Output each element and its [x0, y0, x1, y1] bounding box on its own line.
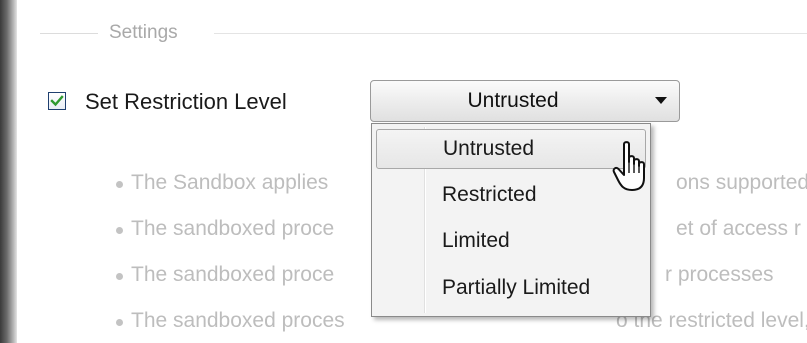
dropdown-option-untrusted[interactable]: Untrusted — [376, 129, 646, 169]
hand-pointer-icon — [612, 141, 645, 191]
group-divider-right — [214, 33, 807, 34]
combobox-selected-value: Untrusted — [467, 89, 559, 112]
description-text: The Sandbox applies — [131, 171, 329, 194]
restriction-level-combobox[interactable]: Untrusted — [370, 80, 680, 122]
chevron-down-icon[interactable] — [655, 97, 667, 104]
restriction-level-dropdown: Untrusted Restricted Limited Partially L… — [371, 123, 651, 317]
description-text-tail: r processes — [665, 263, 774, 286]
dropdown-option-restricted[interactable]: Restricted — [376, 176, 646, 216]
bullet-icon — [116, 227, 123, 234]
left-edge-bar — [0, 0, 17, 343]
group-divider-left — [40, 33, 98, 34]
description-text: The sandboxed proces — [131, 309, 345, 332]
description-text: The sandboxed proce — [131, 217, 335, 240]
dropdown-option-limited[interactable]: Limited — [376, 222, 646, 262]
set-restriction-level-checkbox[interactable] — [48, 92, 66, 110]
description-text-tail: ons supported — [676, 171, 807, 194]
set-restriction-level-label[interactable]: Set Restriction Level — [85, 89, 287, 115]
bullet-icon — [116, 319, 123, 326]
bullet-icon — [116, 273, 123, 280]
bullet-icon — [116, 181, 123, 188]
description-text: The sandboxed proce — [131, 263, 335, 286]
description-text-tail: et of access r — [676, 217, 801, 240]
checkmark-icon — [50, 95, 64, 107]
dropdown-option-partially-limited[interactable]: Partially Limited — [376, 269, 646, 309]
group-title: Settings — [109, 22, 178, 43]
